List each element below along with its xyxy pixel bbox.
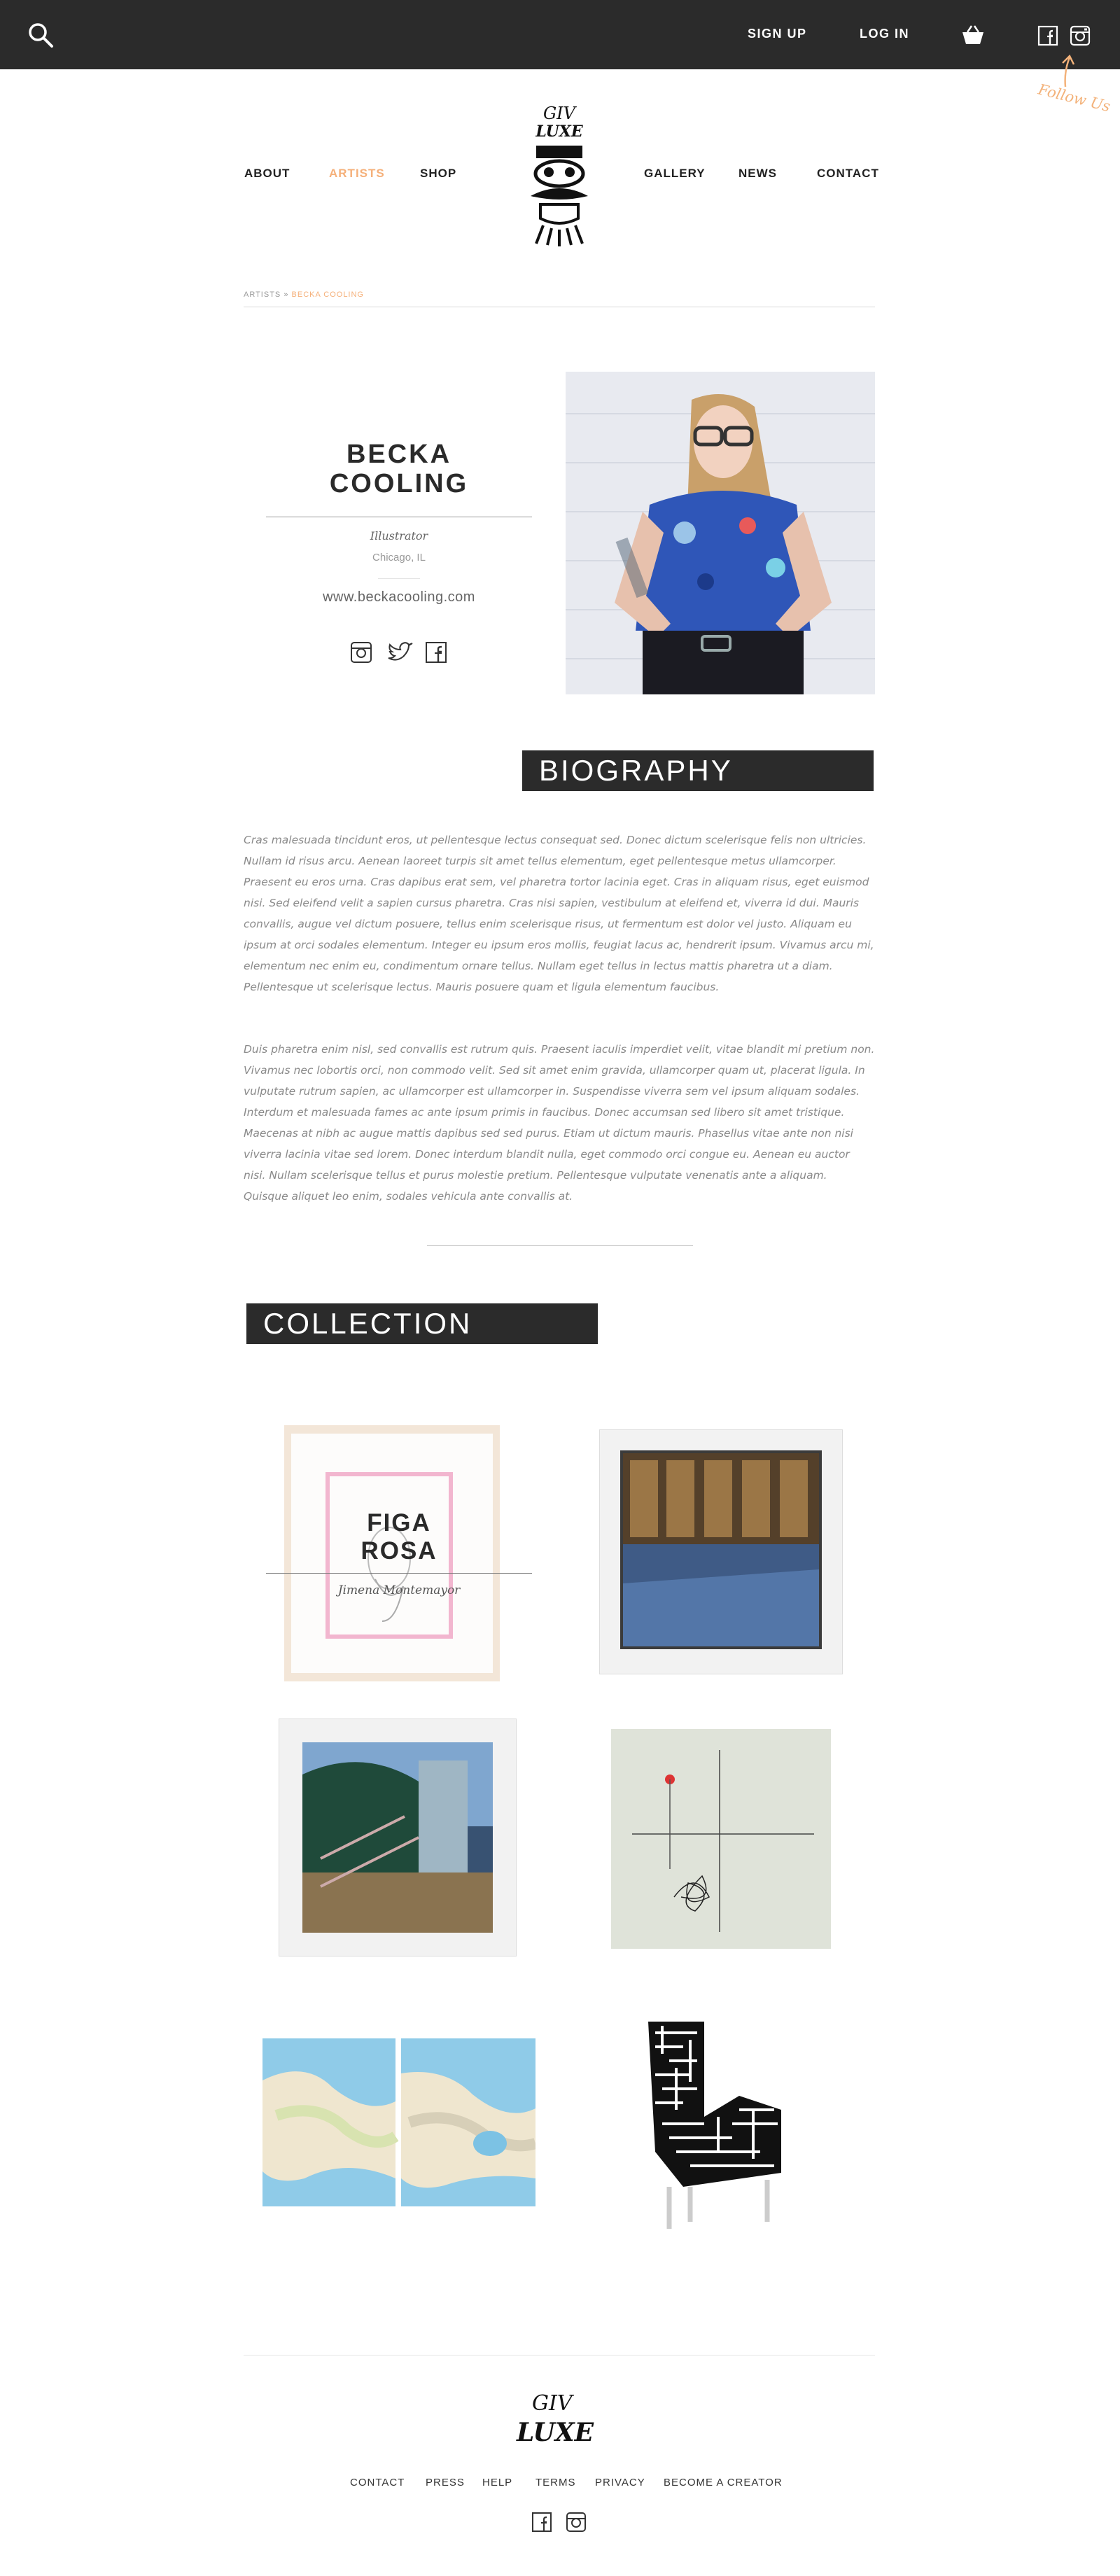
breadcrumb-current: BECKA COOLING: [291, 290, 364, 299]
artwork-station-photo[interactable]: [279, 1718, 517, 1956]
footer-link-privacy[interactable]: PRIVACY: [595, 2477, 645, 2488]
search-icon[interactable]: [27, 21, 55, 49]
footer-link-terms[interactable]: TERMS: [536, 2477, 576, 2488]
login-link[interactable]: LOG IN: [860, 27, 909, 41]
artist-role: Illustrator: [370, 529, 428, 542]
logo-text-top: GIV: [543, 104, 578, 123]
facebook-icon[interactable]: [1037, 25, 1058, 46]
artist-name-line1: BECKA: [346, 440, 452, 469]
artist-location: Chicago, IL: [372, 552, 426, 564]
footer-link-contact[interactable]: CONTACT: [350, 2477, 405, 2488]
featured-divider: [266, 1573, 532, 1574]
logo-text-bottom: LUXE: [535, 122, 584, 141]
collection-heading: COLLECTION: [246, 1303, 598, 1344]
artwork-maze-chair[interactable]: [634, 2012, 801, 2236]
footer-logo-text-top: GIV: [532, 2391, 575, 2416]
instagram-icon[interactable]: [566, 2512, 587, 2533]
biography-heading: BIOGRAPHY: [522, 750, 874, 791]
artist-small-divider: [378, 578, 420, 579]
artwork-abstract-diptych[interactable]: [262, 2038, 536, 2206]
featured-artwork-title: FIGA ROSA: [266, 1509, 532, 1565]
nav-about[interactable]: ABOUT: [244, 167, 290, 181]
twitter-icon[interactable]: [386, 641, 413, 664]
breadcrumb: ARTISTS » BECKA COOLING: [244, 290, 364, 299]
site-logo[interactable]: GIV LUXE: [515, 98, 603, 249]
artist-page: SIGN UP LOG IN Follow Us ABOUT ARTISTS S…: [0, 0, 1120, 2576]
breadcrumb-separator: »: [284, 290, 289, 299]
nav-gallery[interactable]: GALLERY: [644, 167, 706, 181]
footer-logo-text-bottom: LUXE: [516, 2418, 594, 2447]
instagram-icon[interactable]: [1070, 25, 1091, 46]
artwork-storefront-photo[interactable]: [599, 1429, 843, 1674]
artist-photo: [566, 372, 875, 694]
cart-icon[interactable]: [960, 24, 986, 46]
featured-artwork-artist[interactable]: Jimena Montemayor: [266, 1583, 532, 1597]
footer-link-press[interactable]: PRESS: [426, 2477, 465, 2488]
top-bar: SIGN UP LOG IN: [0, 0, 1120, 69]
facebook-icon[interactable]: [425, 641, 447, 664]
facebook-icon[interactable]: [531, 2512, 552, 2533]
featured-title-line1: FIGA: [367, 1509, 431, 1536]
breadcrumb-parent[interactable]: ARTISTS: [244, 290, 281, 299]
nav-shop[interactable]: SHOP: [420, 167, 456, 181]
artist-name-line2: COOLING: [329, 469, 469, 498]
footer-logo[interactable]: GIV LUXE: [511, 2384, 612, 2450]
biography-divider: [427, 1245, 693, 1246]
featured-title-line2: ROSA: [360, 1537, 438, 1564]
artist-name: BECKA COOLING: [266, 440, 532, 498]
signup-link[interactable]: SIGN UP: [748, 27, 807, 41]
nav-artists[interactable]: ARTISTS: [329, 167, 385, 181]
follow-us-note: Follow Us: [1036, 50, 1113, 120]
footer-link-become-creator[interactable]: BECOME A CREATOR: [664, 2477, 783, 2488]
footer-divider: [244, 2355, 875, 2356]
artwork-scribble-drawing[interactable]: [611, 1729, 831, 1949]
biography-paragraph-2: Duis pharetra enim nisl, sed convallis e…: [244, 1043, 875, 1203]
biography-paragraph-1: Cras malesuada tincidunt eros, ut pellen…: [244, 834, 874, 993]
nav-news[interactable]: NEWS: [738, 167, 777, 181]
nav-contact[interactable]: CONTACT: [817, 167, 879, 181]
footer-link-help[interactable]: HELP: [482, 2477, 512, 2488]
artist-website[interactable]: www.beckacooling.com: [266, 589, 532, 606]
instagram-icon[interactable]: [350, 641, 372, 664]
